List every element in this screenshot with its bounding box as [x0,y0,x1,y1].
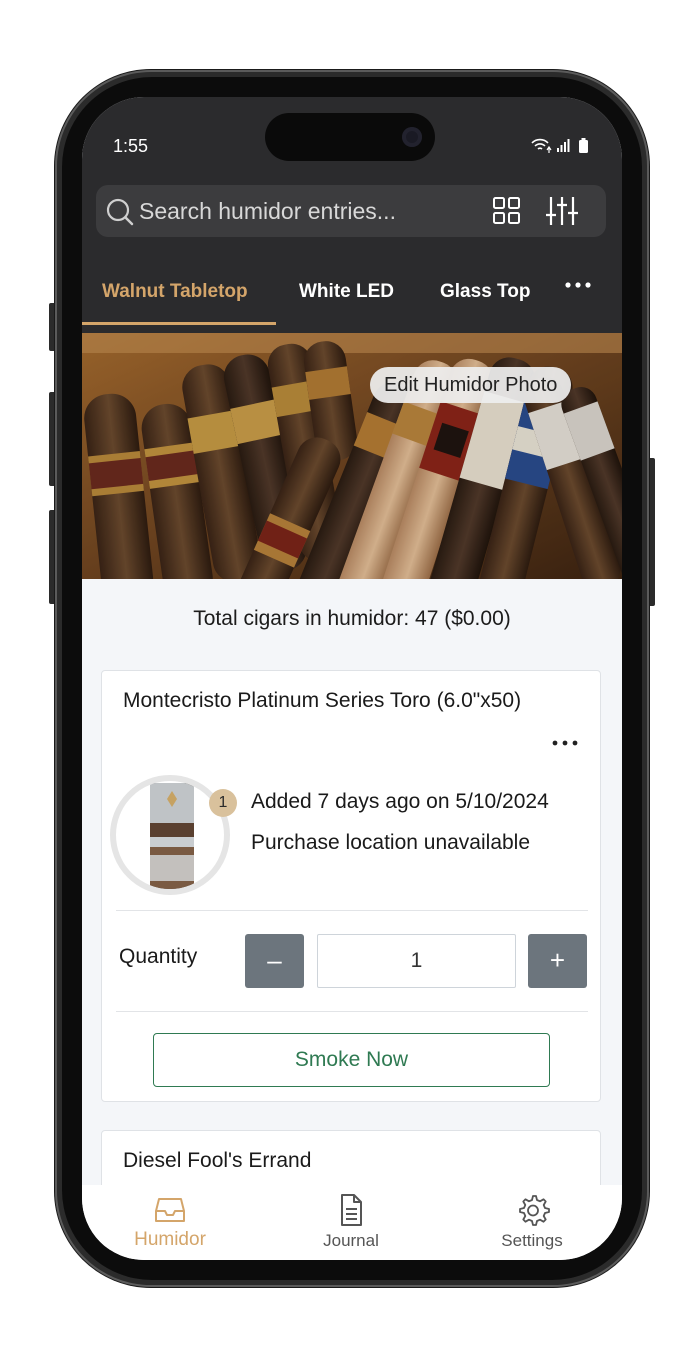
front-camera [402,127,422,147]
nav-label: Settings [501,1231,563,1250]
inbox-icon [154,1193,186,1230]
card-divider [116,910,588,911]
grid-view-icon[interactable] [492,196,522,231]
tab-glass-top[interactable]: Glass Top [440,281,530,303]
tab-walnut-tabletop[interactable]: Walnut Tabletop [102,281,248,303]
gear-icon [516,1193,550,1232]
entry-title[interactable]: Diesel Fool's Errand [123,1149,311,1173]
status-bar: 1:55 [82,97,622,177]
top-bar: 1:55 Search humidor entries... Walnut Ta… [82,97,622,333]
document-icon [335,1193,367,1232]
edit-humidor-photo-button[interactable]: Edit Humidor Photo [370,367,572,403]
humidor-photo: Edit Humidor Photo [82,333,622,579]
quantity-input[interactable]: 1 [317,934,516,988]
status-icons [530,137,592,158]
active-tab-indicator [82,322,276,325]
quantity-label: Quantity [119,945,198,968]
entry-title[interactable]: Montecristo Platinum Series Toro (6.0"x5… [123,689,521,713]
quantity-decrement-button[interactable]: – [245,934,304,988]
quantity-increment-button[interactable]: + [528,934,587,988]
wifi-signal-battery-icon [531,138,588,153]
nav-label: Journal [323,1231,379,1250]
entry-options-icon[interactable] [551,735,579,753]
status-time: 1:55 [113,136,149,156]
tab-white-led[interactable]: White LED [299,281,394,303]
search-bar[interactable]: Search humidor entries... [96,185,606,237]
app-screen: 1:55 Search humidor entries... Walnut Ta… [82,97,622,1260]
humidor-tabs: Walnut Tabletop White LED Glass Top [82,267,622,333]
search-input[interactable]: Search humidor entries... [139,198,396,225]
search-icon [105,197,135,232]
nav-label: Humidor [134,1229,206,1250]
cigar-image [150,783,194,889]
card-divider [116,1011,588,1012]
count-badge: 1 [209,789,237,817]
total-cigars-summary: Total cigars in humidor: 47 ($0.00) [193,607,511,630]
humidor-entry-card: Montecristo Platinum Series Toro (6.0"x5… [101,670,601,1102]
more-tabs-icon[interactable] [564,271,592,304]
purchase-location-text: Purchase location unavailable [251,831,531,854]
bottom-navigation: Humidor Journal Settings [82,1185,622,1260]
filter-sliders-icon[interactable] [545,196,579,231]
added-date-text: Added 7 days ago on 5/10/2024 [251,790,549,813]
smoke-now-button[interactable]: Smoke Now [153,1033,550,1087]
